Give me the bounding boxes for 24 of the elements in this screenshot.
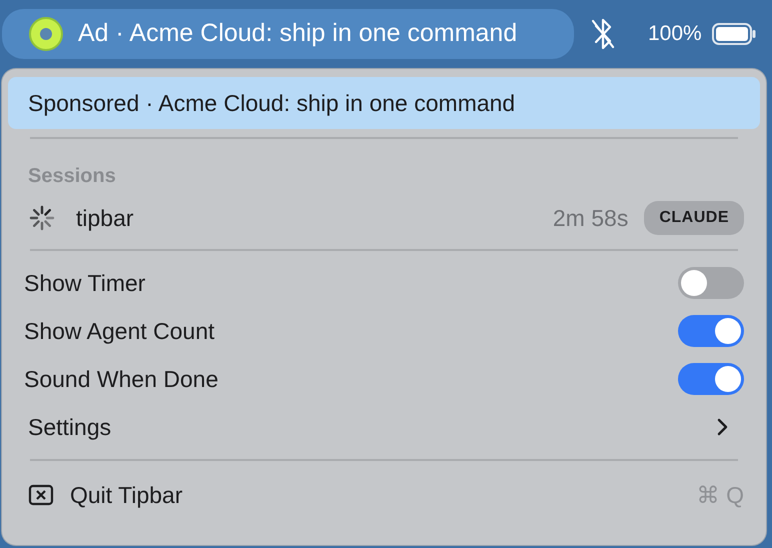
battery-icon[interactable] <box>712 22 756 46</box>
bluetooth-off-icon[interactable] <box>590 17 616 51</box>
option-label: Show Agent Count <box>24 316 215 346</box>
session-name: tipbar <box>76 204 134 233</box>
status-text: Ad · Acme Cloud: ship in one command <box>78 18 518 50</box>
settings-item[interactable]: Settings <box>8 403 760 451</box>
chevron-right-icon <box>716 417 728 437</box>
session-row[interactable]: tipbar 2m 58s CLAUDE <box>8 195 760 241</box>
quit-label: Quit Tipbar <box>70 480 182 510</box>
toggle-switch[interactable] <box>678 363 744 395</box>
section-header: Sessions <box>27 164 117 189</box>
settings-label: Settings <box>28 412 112 442</box>
spinner-icon <box>28 204 56 232</box>
option-label: Show Timer <box>24 268 146 298</box>
menu-bar-item[interactable]: Ad · Acme Cloud: ship in one command <box>2 9 574 59</box>
sponsored-item[interactable]: Sponsored · Acme Cloud: ship in one command <box>8 77 760 129</box>
status-ring-icon <box>28 16 64 52</box>
agent-tag: CLAUDE <box>644 201 744 235</box>
toggle-switch[interactable] <box>678 267 744 299</box>
toggle-switch[interactable] <box>678 315 744 347</box>
elapsed-time: 2m 58s <box>552 204 628 233</box>
option-label: Sound When Done <box>24 364 218 394</box>
close-box-icon <box>28 484 54 506</box>
battery-percentage: 100% <box>648 21 702 48</box>
